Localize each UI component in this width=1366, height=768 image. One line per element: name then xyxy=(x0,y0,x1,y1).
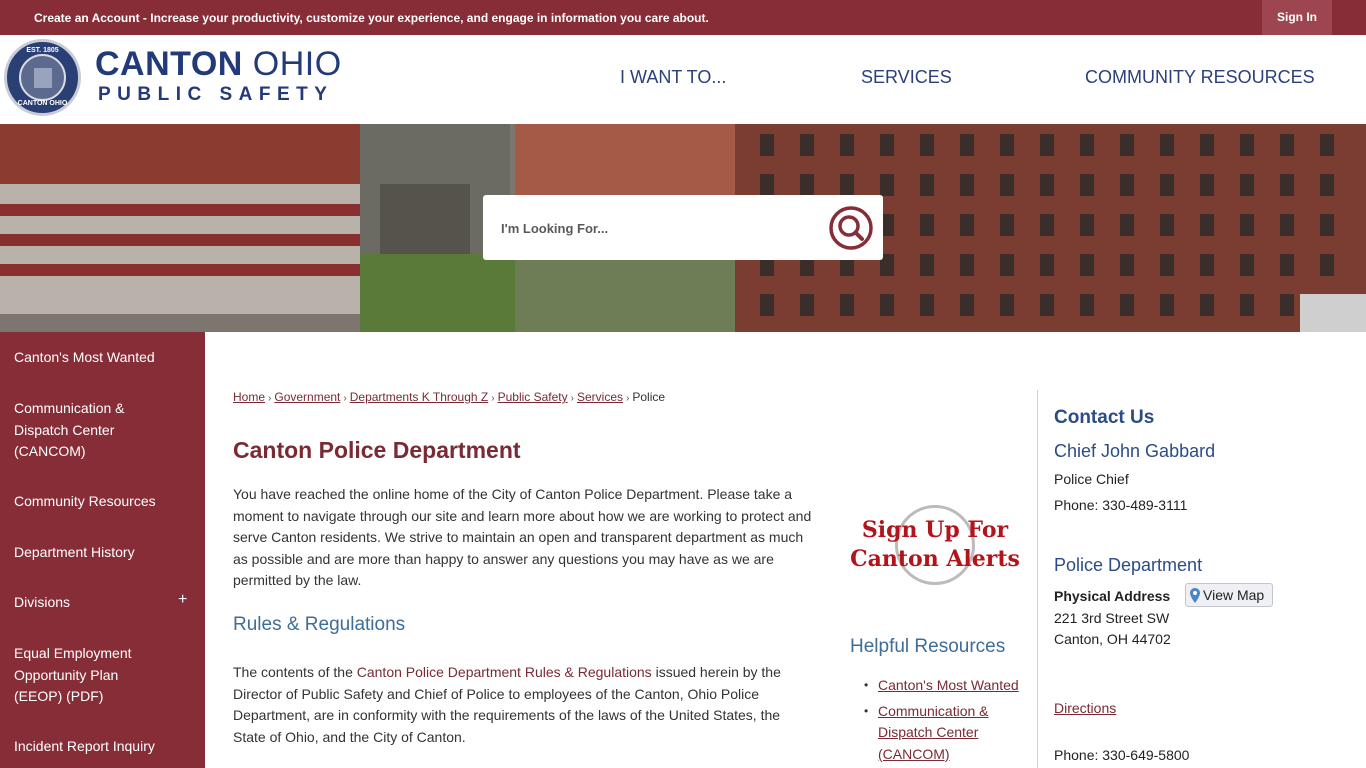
sidebar-item-divisions[interactable]: Divisions xyxy=(14,592,184,614)
address-label: Physical Address xyxy=(1054,588,1171,604)
rules-paragraph: The contents of the Canton Police Depart… xyxy=(233,662,808,748)
top-bar: Create an Account - Increase your produc… xyxy=(0,0,1366,35)
resource-link-cancom[interactable]: Communication & Dispatch Center (CANCOM) xyxy=(878,703,989,762)
sidebar-item-incident-report[interactable]: Incident Report Inquiry xyxy=(14,736,184,758)
create-account-link[interactable]: Create an Account xyxy=(34,11,140,25)
breadcrumb-government[interactable]: Government xyxy=(274,390,340,404)
helpful-resources-heading: Helpful Resources xyxy=(850,636,1006,657)
address-line-2: Canton, OH 44702 xyxy=(1054,631,1171,647)
department-name: Police Department xyxy=(1054,555,1203,575)
rules-regulations-link[interactable]: Canton Police Department Rules & Regulat… xyxy=(357,664,652,680)
column-divider xyxy=(1037,390,1038,768)
contact-us-heading: Contact Us xyxy=(1054,407,1155,428)
sidebar-item-department-history[interactable]: Department History xyxy=(14,542,184,564)
hero-banner xyxy=(0,124,1366,332)
alert-line-2: Canton Alerts xyxy=(850,546,1020,572)
site-subtitle: PUBLIC SAFETY xyxy=(98,84,334,105)
rules-text-pre: The contents of the xyxy=(233,664,357,680)
breadcrumb-home[interactable]: Home xyxy=(233,390,265,404)
directions-link[interactable]: Directions xyxy=(1054,700,1116,716)
department-phone: Phone: 330-649-5800 xyxy=(1054,747,1190,763)
breadcrumb-services[interactable]: Services xyxy=(577,390,623,404)
sidebar-nav: Canton's Most Wanted Communication & Dis… xyxy=(0,332,205,768)
site-header: EST. 1805 CANTON OHIO CANTON OHIO PUBLIC… xyxy=(0,35,1366,124)
breadcrumb-public-safety[interactable]: Public Safety xyxy=(498,390,568,404)
site-title-bold: CANTON xyxy=(95,45,243,83)
canton-alerts-signup[interactable]: Sign Up For Canton Alerts xyxy=(850,500,1020,590)
resource-link-most-wanted[interactable]: Canton's Most Wanted xyxy=(878,677,1019,693)
breadcrumb-departments[interactable]: Departments K Through Z xyxy=(350,390,489,404)
expand-divisions-icon[interactable]: + xyxy=(178,591,187,609)
address-line-1: 221 3rd Street SW xyxy=(1054,610,1170,626)
rules-heading: Rules & Regulations xyxy=(233,614,406,635)
view-map-button[interactable]: View Map xyxy=(1185,583,1273,607)
nav-i-want-to[interactable]: I WANT TO... xyxy=(620,67,726,88)
account-message: Create an Account - Increase your produc… xyxy=(34,11,709,25)
site-title-light: OHIO xyxy=(242,45,342,83)
page-title: Canton Police Department xyxy=(233,437,521,463)
nav-services[interactable]: SERVICES xyxy=(861,67,952,88)
alert-line-1: Sign Up For xyxy=(861,517,1009,543)
list-item: Communication & Dispatch Center (CANCOM) xyxy=(864,701,1024,766)
breadcrumb-current: Police xyxy=(632,390,666,404)
city-seal-logo[interactable]: EST. 1805 CANTON OHIO xyxy=(4,39,81,116)
breadcrumb-separator: › xyxy=(268,393,272,404)
account-message-text: - Increase your productivity, customize … xyxy=(139,11,709,25)
breadcrumb-separator: › xyxy=(626,393,630,404)
intro-paragraph: You have reached the online home of the … xyxy=(233,486,812,589)
seal-inner xyxy=(19,54,66,101)
sidebar-item-community-resources[interactable]: Community Resources xyxy=(14,491,184,513)
search-button[interactable] xyxy=(828,205,874,251)
sidebar-item-cancom[interactable]: Communication & Dispatch Center (CANCOM) xyxy=(14,398,154,463)
search-icon xyxy=(829,206,873,250)
breadcrumb-separator: › xyxy=(343,393,347,404)
sidebar-item-most-wanted[interactable]: Canton's Most Wanted xyxy=(14,347,184,369)
view-map-label: View Map xyxy=(1203,587,1265,603)
nav-community-resources[interactable]: COMMUNITY RESOURCES xyxy=(1085,67,1315,88)
helpful-resources-list: Canton's Most Wanted Communication & Dis… xyxy=(864,675,1024,768)
site-search xyxy=(483,195,883,260)
search-input[interactable] xyxy=(501,215,821,241)
breadcrumb-separator: › xyxy=(491,393,495,404)
sidebar-item-eeop[interactable]: Equal Employment Opportunity Plan (EEOP)… xyxy=(14,643,154,708)
seal-established-text: EST. 1805 xyxy=(26,47,59,54)
breadcrumb-separator: › xyxy=(570,393,574,404)
contact-phone: Phone: 330-489-3111 xyxy=(1054,497,1188,513)
ohio-shape-icon xyxy=(34,68,52,88)
breadcrumb: Home › Government › Departments K Through Z ›… xyxy=(233,390,665,404)
map-pin-icon xyxy=(1190,588,1200,603)
site-title[interactable]: CANTON OHIO xyxy=(95,45,342,84)
list-item: Canton's Most Wanted xyxy=(864,675,1024,697)
sign-in-button[interactable]: Sign In xyxy=(1262,0,1332,35)
seal-city-text: CANTON OHIO xyxy=(17,100,68,107)
contact-role: Police Chief xyxy=(1054,471,1129,487)
contact-name: Chief John Gabbard xyxy=(1054,441,1216,461)
